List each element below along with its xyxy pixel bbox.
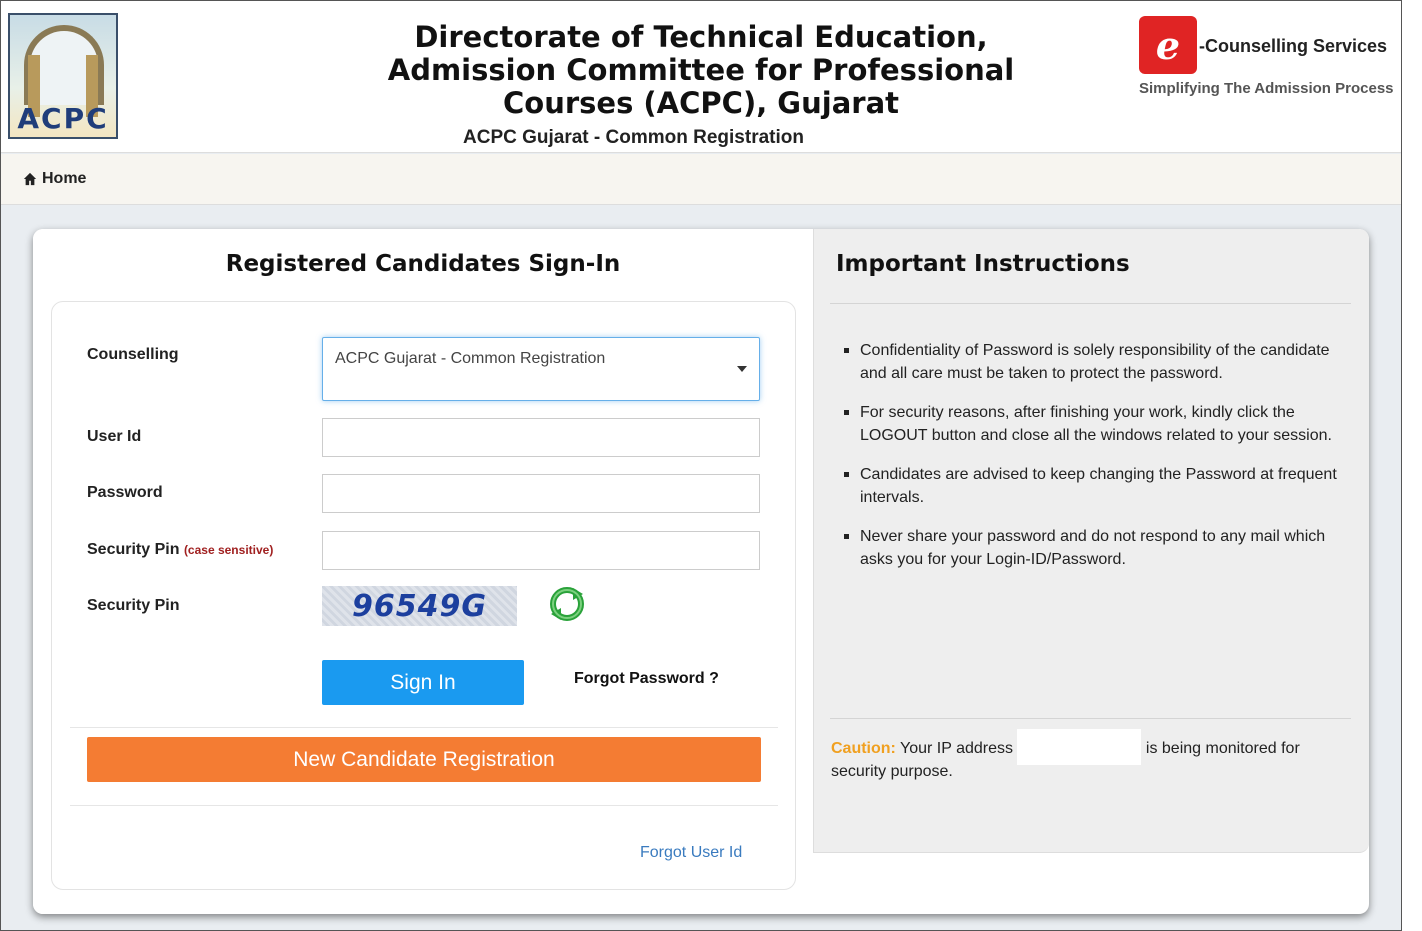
caution-text-before: Your IP address: [900, 740, 1013, 757]
counselling-label: Counselling: [87, 346, 179, 363]
page-frame: ACPC Directorate of Technical Education,…: [0, 0, 1402, 931]
form-divider-top: [70, 727, 778, 728]
instructions-title: Important Instructions: [836, 251, 1130, 277]
brand-tagline: Simplifying The Admission Process: [1139, 80, 1394, 97]
forgot-password-link[interactable]: Forgot Password ?: [574, 670, 719, 688]
title-line-3: Courses (ACPC), Gujarat: [502, 86, 900, 120]
signin-pane: Registered Candidates Sign-In Counsellin…: [33, 229, 813, 914]
security-pin-hint: (case sensitive): [183, 543, 274, 557]
instructions-list: Confidentiality of Password is solely re…: [844, 339, 1354, 587]
security-pin-label: Security Pin (case sensitive): [87, 541, 273, 559]
nav-home-label: Home: [42, 170, 87, 187]
userid-input[interactable]: [322, 418, 760, 457]
site-header: ACPC Directorate of Technical Education,…: [1, 1, 1401, 153]
instructions-pane: Important Instructions Confidentiality o…: [813, 229, 1369, 853]
counselling-select[interactable]: ACPC Gujarat - Common Registration: [322, 337, 760, 401]
nav-bar: Home: [1, 154, 1401, 205]
title-line-1: Directorate of Technical Education,: [414, 20, 988, 54]
home-icon: [23, 172, 37, 186]
list-item: Confidentiality of Password is solely re…: [844, 339, 1354, 385]
instructions-divider-bottom: [830, 718, 1351, 719]
logo-text: ACPC: [17, 102, 109, 135]
captcha-label: Security Pin: [87, 597, 180, 614]
list-item: Candidates are advised to keep changing …: [844, 463, 1354, 509]
ecounselling-brand: e -Counselling Services Simplifying The …: [1139, 16, 1399, 106]
acpc-logo: ACPC: [8, 13, 118, 139]
form-divider-bottom: [70, 805, 778, 806]
ip-address-box: [1017, 728, 1142, 765]
signin-form: Counselling ACPC Gujarat - Common Regist…: [51, 301, 796, 890]
counselling-selected-value: ACPC Gujarat - Common Registration: [335, 350, 606, 367]
list-item: Never share your password and do not res…: [844, 525, 1354, 571]
captcha-image: 96549G: [322, 586, 517, 626]
signin-button[interactable]: Sign In: [322, 660, 524, 705]
caution-notice: Caution: Your IP address is being monito…: [831, 728, 1331, 783]
security-pin-input[interactable]: [322, 531, 760, 570]
password-label: Password: [87, 484, 163, 501]
security-pin-label-text: Security Pin: [87, 541, 180, 558]
forgot-userid-link[interactable]: Forgot User Id: [640, 844, 742, 862]
chevron-down-icon: [737, 366, 747, 372]
nav-home-link[interactable]: Home: [23, 170, 86, 188]
page-subtitle: ACPC Gujarat - Common Registration: [463, 127, 804, 148]
password-input[interactable]: [322, 474, 760, 513]
list-item: For security reasons, after finishing yo…: [844, 401, 1354, 447]
caution-label: Caution:: [831, 740, 896, 757]
page-title: Directorate of Technical Education, Admi…: [381, 21, 1021, 120]
brand-name: -Counselling Services: [1199, 36, 1388, 56]
signin-card: Registered Candidates Sign-In Counsellin…: [33, 229, 1369, 914]
instructions-divider-top: [830, 303, 1351, 304]
new-registration-button[interactable]: New Candidate Registration: [87, 737, 761, 782]
refresh-icon[interactable]: [549, 586, 585, 622]
userid-label: User Id: [87, 428, 142, 445]
signin-title: Registered Candidates Sign-In: [225, 251, 621, 277]
title-line-2: Admission Committee for Professional: [387, 53, 1015, 87]
brand-badge: e: [1139, 16, 1197, 74]
